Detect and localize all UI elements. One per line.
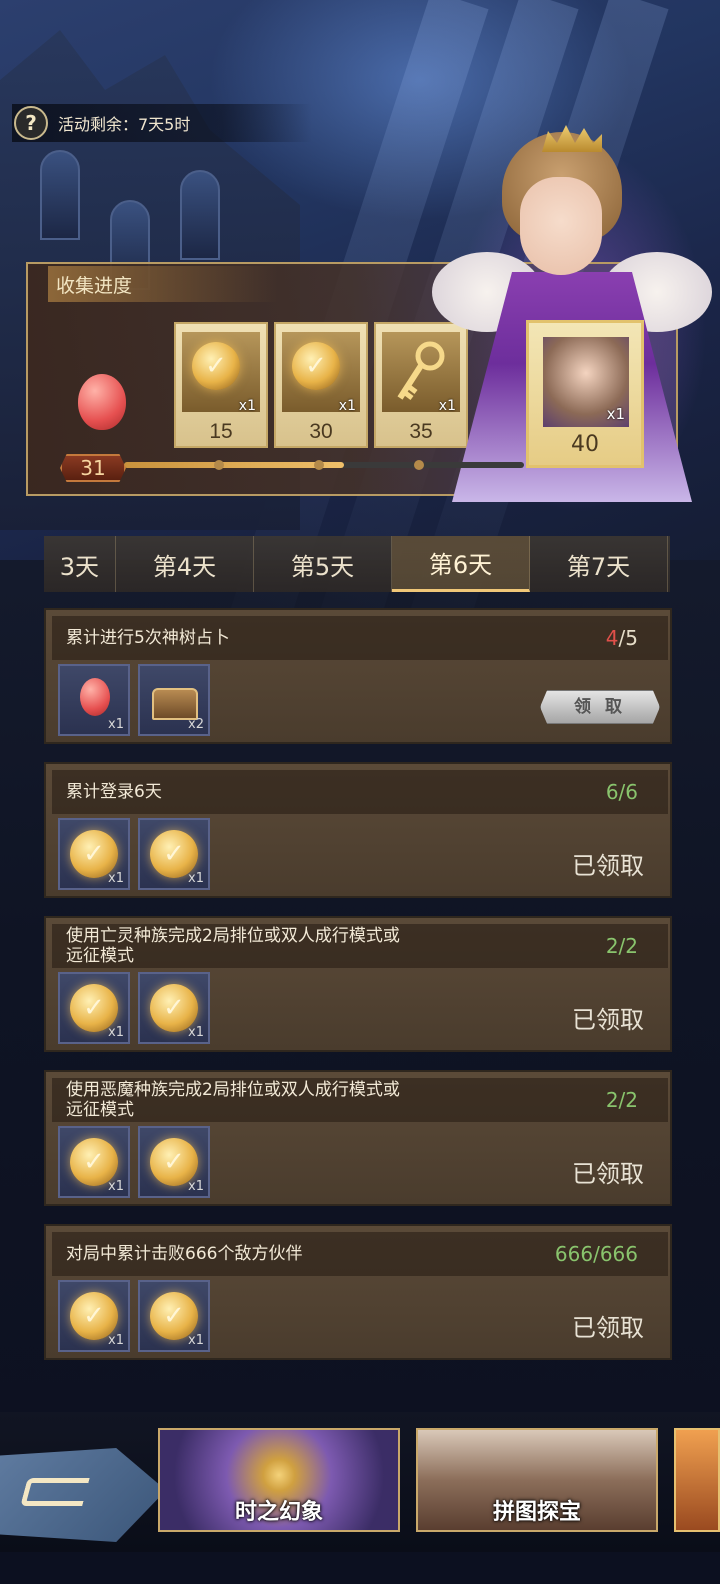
tab-day-5[interactable]: 第5天 — [254, 536, 392, 592]
reward-slot[interactable]: ✓ x1 — [58, 818, 130, 890]
castle-window — [40, 150, 80, 240]
progress-node — [314, 460, 324, 470]
reward-slot[interactable]: ✓ x1 — [58, 972, 130, 1044]
collection-progress-panel: 收集进度 ✓ x1 15 ✓ x1 30 x1 35 x1 40 31 — [26, 125, 712, 502]
banner-time-illusion[interactable]: 时之幻象 — [158, 1428, 400, 1532]
task-progress: 666/666 — [554, 1242, 638, 1266]
task-card: 累计进行5次神树占卜 4/5 x1 x2 领 取 — [44, 608, 672, 744]
claimed-status: 已领取 — [572, 1314, 644, 1342]
task-progress: 4/5 — [605, 626, 638, 650]
claim-button[interactable]: 领 取 — [540, 690, 660, 724]
help-icon[interactable]: ? — [14, 106, 48, 140]
back-arrow-icon — [20, 1478, 90, 1506]
tier-points: 15 — [209, 420, 233, 443]
reward-slot[interactable]: x2 — [138, 664, 210, 736]
day-tabs: 3天 第4天 第5天 第6天 第7天 — [44, 536, 670, 592]
crown-icon — [542, 125, 602, 152]
task-card: 对局中累计击败666个敌方伙伴 666/666 ✓ x1 ✓ x1 已领取 — [44, 1224, 672, 1360]
claimed-status: 已领取 — [572, 1160, 644, 1188]
bottom-bar: 时之幻象 拼图探宝 — [0, 1412, 720, 1552]
reward-slot[interactable]: ✓ x1 — [138, 972, 210, 1044]
back-button[interactable] — [0, 1448, 166, 1542]
tab-day-7[interactable]: 第7天 — [530, 536, 668, 592]
task-title: 累计登录6天 — [66, 782, 162, 802]
task-header: 累计进行5次神树占卜 4/5 — [52, 616, 668, 660]
task-title: 对局中累计击败666个敌方伙伴 — [66, 1244, 303, 1264]
task-card: 使用恶魔种族完成2局排位或双人成行模式或 远征模式 2/2 ✓ x1 ✓ x1 … — [44, 1070, 672, 1206]
task-progress: 2/2 — [605, 1088, 638, 1112]
timer-label: 活动剩余：7天5时 — [58, 115, 191, 134]
balloon-icon — [80, 678, 110, 716]
collection-progress-bar — [124, 460, 524, 470]
tier-points: 40 — [571, 432, 599, 457]
activity-timer: ? 活动剩余：7天5时 — [12, 104, 312, 142]
reward-slot[interactable]: x1 — [58, 664, 130, 736]
banner-puzzle-treasure[interactable]: 拼图探宝 — [416, 1428, 658, 1532]
banner-next[interactable] — [674, 1428, 720, 1532]
current-points-badge: 31 — [60, 454, 126, 482]
tier-reward-15[interactable]: ✓ x1 15 — [174, 322, 268, 448]
tier-points: 30 — [309, 420, 333, 443]
reward-slot[interactable]: ✓ x1 — [58, 1280, 130, 1352]
task-progress: 2/2 — [605, 934, 638, 958]
task-header: 对局中累计击败666个敌方伙伴 666/666 — [52, 1232, 668, 1276]
tab-day-4[interactable]: 第4天 — [116, 536, 254, 592]
tier-reward-30[interactable]: ✓ x1 30 — [274, 322, 368, 448]
reward-slot[interactable]: ✓ x1 — [58, 1126, 130, 1198]
task-progress: 6/6 — [605, 780, 638, 804]
tab-day-6[interactable]: 第6天 — [392, 536, 530, 592]
tab-day-3[interactable]: 3天 — [44, 536, 116, 592]
claimed-status: 已领取 — [572, 1006, 644, 1034]
reward-slot[interactable]: ✓ x1 — [138, 818, 210, 890]
task-header: 使用恶魔种族完成2局排位或双人成行模式或 远征模式 2/2 — [52, 1078, 668, 1122]
progress-fill — [124, 462, 344, 468]
tier-qty: x1 — [606, 405, 625, 423]
collection-title: 收集进度 — [48, 266, 278, 302]
progress-node — [414, 460, 424, 470]
tier-qty: x1 — [238, 398, 256, 414]
task-header: 累计登录6天 6/6 — [52, 770, 668, 814]
treasure-chest-icon — [152, 688, 198, 720]
balloon-icon — [74, 374, 134, 444]
task-card: 累计登录6天 6/6 ✓ x1 ✓ x1 已领取 — [44, 762, 672, 898]
task-title: 使用亡灵种族完成2局排位或双人成行模式或 远征模式 — [66, 926, 400, 966]
task-title: 使用恶魔种族完成2局排位或双人成行模式或 远征模式 — [66, 1080, 400, 1120]
task-title: 累计进行5次神树占卜 — [66, 628, 230, 648]
castle-window — [180, 170, 220, 260]
tier-reward-40[interactable]: x1 40 — [526, 320, 644, 468]
claimed-status: 已领取 — [572, 852, 644, 880]
task-header: 使用亡灵种族完成2局排位或双人成行模式或 远征模式 2/2 — [52, 924, 668, 968]
tier-qty: x1 — [338, 398, 356, 414]
task-card: 使用亡灵种族完成2局排位或双人成行模式或 远征模式 2/2 ✓ x1 ✓ x1 … — [44, 916, 672, 1052]
reward-slot[interactable]: ✓ x1 — [138, 1280, 210, 1352]
progress-node — [214, 460, 224, 470]
reward-slot[interactable]: ✓ x1 — [138, 1126, 210, 1198]
